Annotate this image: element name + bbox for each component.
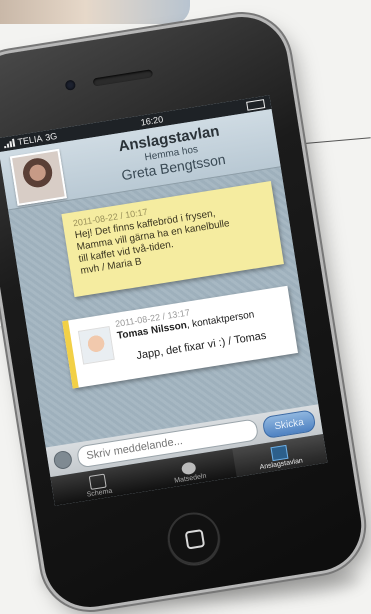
reply-role: , kontaktperson	[185, 309, 256, 331]
attach-icon[interactable]	[52, 449, 74, 471]
network-label: 3G	[44, 130, 58, 143]
board-icon	[270, 444, 289, 462]
avatar	[77, 326, 115, 365]
message-board[interactable]: 2011-08-22 / 10:17 Hej! Det finns kaffeb…	[8, 167, 319, 448]
phone: TELIA 3G 16:20 Anslagstavlan Hemma hos G…	[0, 10, 368, 614]
send-button[interactable]: Skicka	[261, 409, 317, 440]
camera-icon	[64, 79, 77, 91]
earpiece	[92, 69, 154, 87]
tab-label: Matsedeln	[173, 472, 207, 485]
battery-icon	[246, 98, 266, 111]
home-icon	[184, 528, 206, 550]
sticky-note[interactable]: 2011-08-22 / 10:17 Hej! Det finns kaffeb…	[61, 180, 284, 298]
background-photo	[0, 0, 190, 24]
app-screen: TELIA 3G 16:20 Anslagstavlan Hemma hos G…	[0, 95, 328, 506]
reply-card[interactable]: 2011-08-22 / 13:17 Tomas Nilsson, kontak…	[62, 285, 299, 389]
tab-label: Schema	[86, 487, 113, 499]
signal-icon	[3, 138, 16, 149]
avatar	[9, 148, 67, 206]
home-button[interactable]	[164, 508, 224, 569]
calendar-icon	[88, 473, 107, 490]
plate-icon	[180, 461, 197, 476]
